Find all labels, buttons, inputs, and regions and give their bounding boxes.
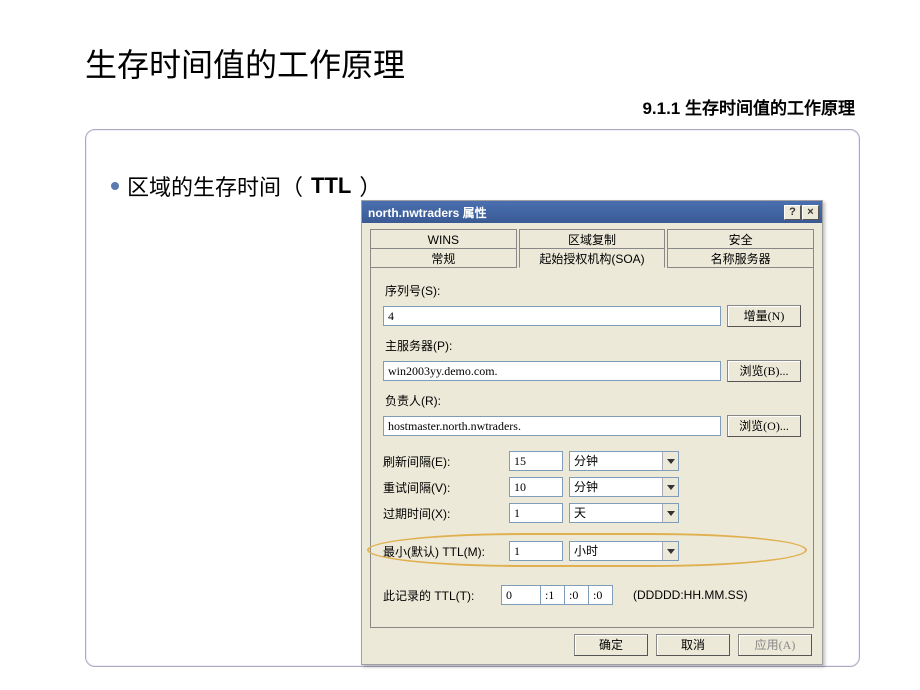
minttl-unit-select[interactable]: 小时 [569,541,679,561]
tab-general[interactable]: 常规 [370,248,517,268]
minttl-input[interactable] [509,541,563,561]
responsible-label: 负责人(R): [385,392,801,409]
bullet-icon [111,182,119,190]
primary-label: 主服务器(P): [385,337,801,354]
browse-primary-button[interactable]: 浏览(B)... [727,360,801,382]
ttl-seconds-input[interactable] [589,585,613,605]
ok-button[interactable]: 确定 [574,634,648,656]
retry-unit-select[interactable]: 分钟 [569,477,679,497]
bullet-item: 区域的生存时间（ TTL ） [86,130,859,202]
tab-security[interactable]: 安全 [667,229,814,249]
browse-responsible-button[interactable]: 浏览(O)... [727,415,801,437]
tab-soa[interactable]: 起始授权机构(SOA) [519,248,666,268]
chevron-down-icon [662,504,678,522]
properties-dialog: north.nwtraders 属性 ? × WINS 区域复制 安全 常规 起… [361,200,823,665]
expire-unit-select[interactable]: 天 [569,503,679,523]
minttl-unit-value: 小时 [570,542,662,560]
refresh-label: 刷新间隔(E): [383,453,503,470]
expire-unit-value: 天 [570,504,662,522]
bullet-text-2: ） [359,170,381,202]
serial-input[interactable] [383,306,721,326]
record-ttl-label: 此记录的 TTL(T): [383,587,495,604]
help-button[interactable]: ? [784,205,801,220]
chevron-down-icon [662,542,678,560]
expire-label: 过期时间(X): [383,505,503,522]
responsible-input[interactable] [383,416,721,436]
refresh-input[interactable] [509,451,563,471]
retry-label: 重试间隔(V): [383,479,503,496]
bullet-text-1: 区域的生存时间（ [127,170,303,202]
cancel-button[interactable]: 取消 [656,634,730,656]
chevron-down-icon [662,478,678,496]
slide-title: 生存时间值的工作原理 [0,0,920,86]
titlebar[interactable]: north.nwtraders 属性 ? × [362,201,822,223]
apply-button[interactable]: 应用(A) [738,634,812,656]
close-button[interactable]: × [802,205,819,220]
ttl-hours-input[interactable] [541,585,565,605]
refresh-unit-select[interactable]: 分钟 [569,451,679,471]
expire-input[interactable] [509,503,563,523]
tabs-area: WINS 区域复制 安全 常规 起始授权机构(SOA) 名称服务器 序列号(S)… [362,223,822,628]
refresh-unit-value: 分钟 [570,452,662,470]
tab-wins[interactable]: WINS [370,229,517,249]
ttl-format-hint: (DDDDD:HH.MM.SS) [633,588,748,602]
chevron-down-icon [662,452,678,470]
ttl-days-input[interactable] [501,585,541,605]
titlebar-text: north.nwtraders 属性 [368,204,783,221]
retry-input[interactable] [509,477,563,497]
slide-subtitle: 9.1.1 生存时间值的工作原理 [0,86,920,119]
primary-input[interactable] [383,361,721,381]
ttl-minutes-input[interactable] [565,585,589,605]
increment-button[interactable]: 增量(N) [727,305,801,327]
tab-name-servers[interactable]: 名称服务器 [667,248,814,268]
retry-unit-value: 分钟 [570,478,662,496]
serial-label: 序列号(S): [385,282,801,299]
minttl-label: 最小(默认) TTL(M): [383,543,503,560]
content-panel: 区域的生存时间（ TTL ） north.nwtraders 属性 ? × WINS… [85,129,860,667]
tab-zone-transfer[interactable]: 区域复制 [519,229,666,249]
bullet-text-strong: TTL [311,173,351,199]
dialog-buttons: 确定 取消 应用(A) [362,628,822,664]
tab-body: 序列号(S): 增量(N) 主服务器(P): 浏览(B)... 负责人(R): … [370,268,814,628]
